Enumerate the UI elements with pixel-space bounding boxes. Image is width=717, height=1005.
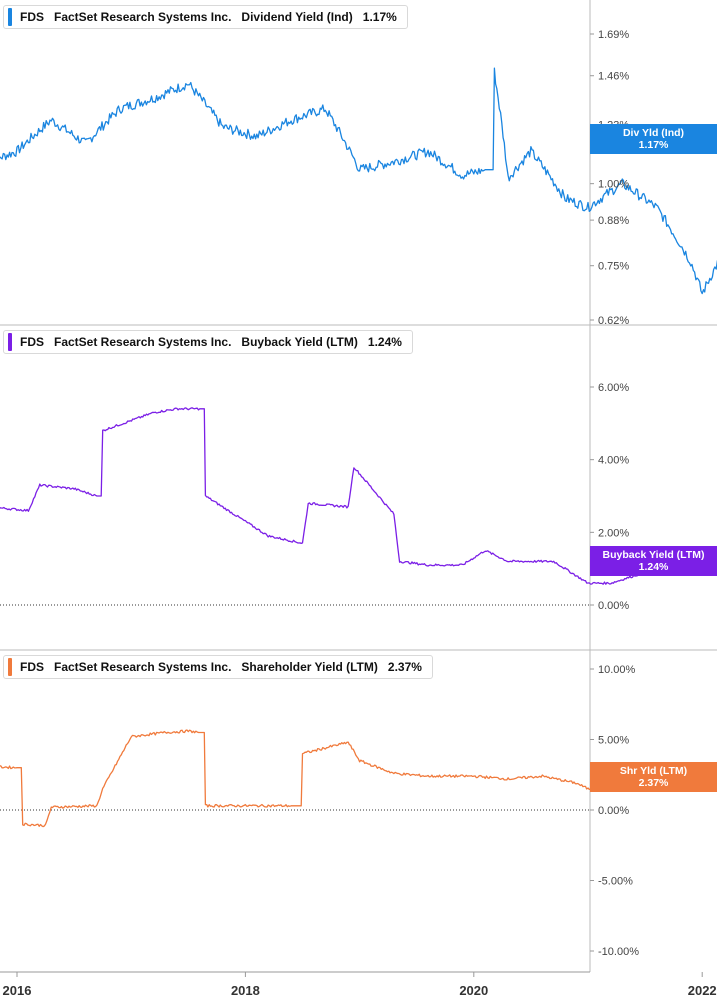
x-tick-label: 2020: [459, 983, 488, 998]
tag-label: Div Yld (Ind): [622, 127, 685, 139]
tag-label: Shr Yld (LTM): [619, 765, 688, 777]
x-tick-label: 2022: [688, 983, 717, 998]
y-tick-label: 2.00%: [598, 527, 629, 539]
legend-ticker: FDS: [20, 10, 44, 24]
y-tick-label: 5.00%: [598, 735, 629, 747]
axis-layer: 1.69%1.46%1.23%1.00%0.88%0.75%0.62%6.00%…: [3, 29, 717, 998]
series-color-swatch: [8, 658, 12, 676]
tag-value: 1.17%: [638, 139, 669, 151]
series-line-2: [0, 407, 717, 585]
y-tick-label: 4.00%: [598, 455, 629, 467]
legend-ticker: FDS: [20, 335, 44, 349]
y-tick-label: 0.00%: [598, 805, 629, 817]
y-tick-label: -5.00%: [598, 876, 633, 888]
last-value-tag-shareholder: Shr Yld (LTM) 2.37%: [590, 762, 717, 792]
y-tick-label: 0.75%: [598, 261, 629, 273]
legend-company: FactSet Research Systems Inc.: [54, 660, 232, 674]
legend-metric: Dividend Yield (Ind): [241, 10, 353, 24]
y-tick-label: 0.00%: [598, 600, 629, 612]
y-tick-label: 0.88%: [598, 215, 629, 227]
tag-label: Buyback Yield (LTM): [602, 549, 705, 561]
legend-ticker: FDS: [20, 660, 44, 674]
tag-value: 1.24%: [638, 561, 669, 573]
legend-dividend-yield[interactable]: FDS FactSet Research Systems Inc. Divide…: [3, 5, 408, 29]
series-color-swatch: [8, 333, 12, 351]
legend-value: 1.24%: [367, 335, 402, 349]
legend-value: 1.17%: [362, 10, 397, 24]
y-tick-label: 0.62%: [598, 315, 629, 327]
tag-value: 2.37%: [638, 777, 669, 789]
legend-metric: Shareholder Yield (LTM): [241, 660, 378, 674]
y-tick-label: 1.00%: [598, 179, 629, 191]
y-tick-label: 10.00%: [598, 664, 636, 676]
y-tick-label: 1.46%: [598, 71, 629, 83]
y-tick-label: -10.00%: [598, 946, 639, 958]
legend-company: FactSet Research Systems Inc.: [54, 10, 232, 24]
y-tick-label: 6.00%: [598, 382, 629, 394]
last-value-tag-buyback: Buyback Yield (LTM) 1.24%: [590, 546, 717, 576]
legend-buyback-yield[interactable]: FDS FactSet Research Systems Inc. Buybac…: [3, 330, 413, 354]
legend-metric: Buyback Yield (LTM): [241, 335, 358, 349]
series-color-swatch: [8, 8, 12, 26]
y-tick-label: 1.69%: [598, 29, 629, 41]
x-tick-label: 2018: [231, 983, 260, 998]
last-value-tag-dividend: Div Yld (Ind) 1.17%: [590, 124, 717, 154]
legend-shareholder-yield[interactable]: FDS FactSet Research Systems Inc. Shareh…: [3, 655, 433, 679]
legend-value: 2.37%: [387, 660, 422, 674]
legend-company: FactSet Research Systems Inc.: [54, 335, 232, 349]
x-tick-label: 2016: [3, 983, 32, 998]
